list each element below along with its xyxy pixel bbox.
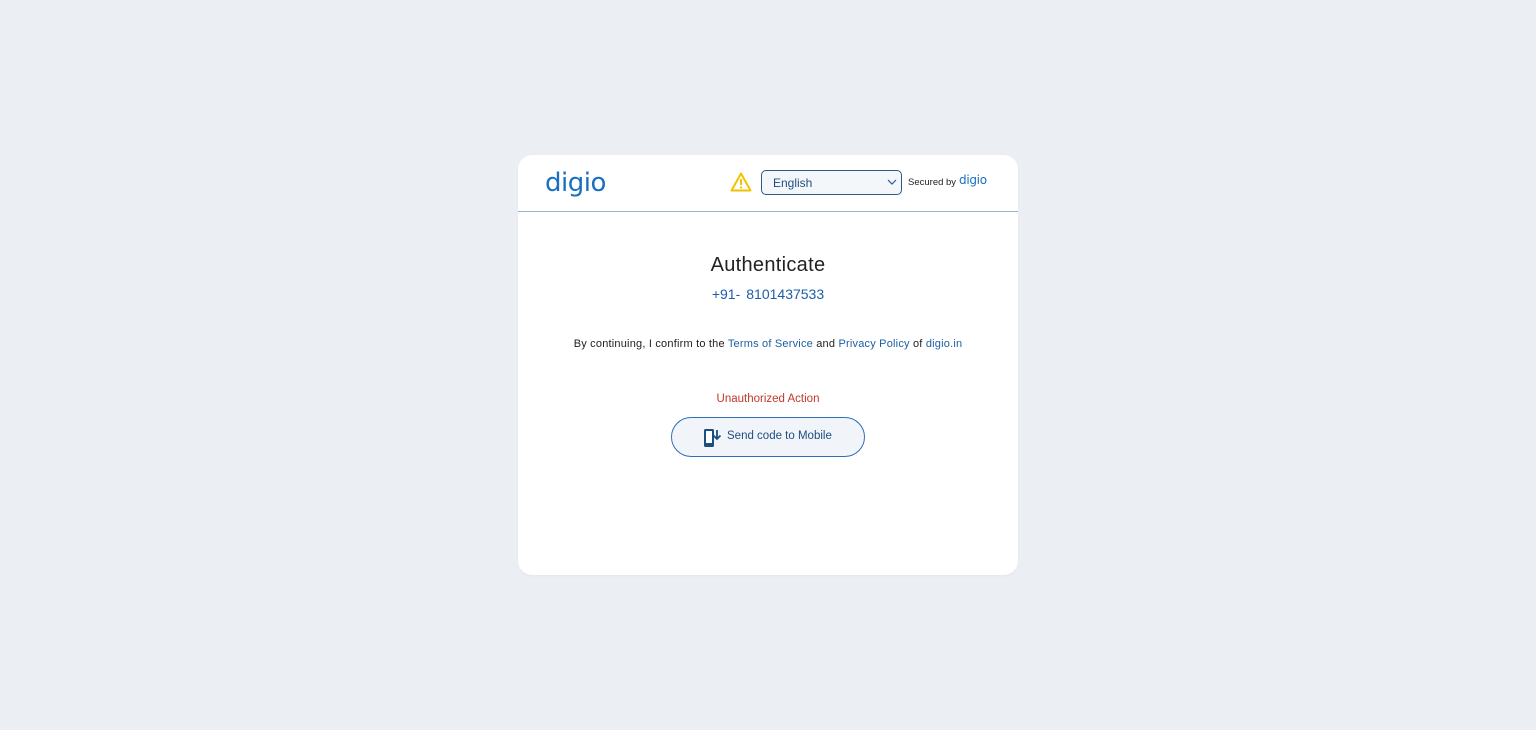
consent-text: By continuing, I confirm to the Terms of… — [518, 338, 1018, 350]
send-code-label: Send code to Mobile — [727, 430, 832, 442]
secured-by-label: Secured by — [908, 177, 957, 188]
secured-by-logo: digio — [959, 173, 987, 187]
page-title: Authenticate — [710, 254, 826, 276]
consent-prefix: By continuing, I confirm to the — [573, 338, 725, 350]
digio-site-link[interactable]: digio.in — [926, 338, 962, 350]
language-selected: English — [773, 176, 813, 190]
language-select[interactable]: English — [761, 170, 902, 195]
consent-of: of — [912, 338, 923, 350]
mobile-number: 8101437533 — [746, 286, 825, 302]
auth-card: digio English Secured by digio Authentic… — [518, 155, 1018, 575]
phone-number: +91- 8101437533 — [518, 286, 1018, 302]
consent-and: and — [816, 338, 836, 350]
error-message: Unauthorized Action — [716, 393, 820, 405]
mobile-download-icon — [704, 429, 721, 447]
warning-icon[interactable] — [730, 172, 752, 192]
privacy-policy-link[interactable]: Privacy Policy — [838, 338, 909, 350]
chevron-down-icon — [887, 179, 897, 185]
country-code: +91- — [711, 286, 741, 302]
digio-logo: digio — [545, 168, 606, 198]
card-header: digio English Secured by digio — [518, 155, 1018, 212]
terms-of-service-link[interactable]: Terms of Service — [728, 338, 813, 350]
send-code-button[interactable]: Send code to Mobile — [671, 417, 865, 457]
